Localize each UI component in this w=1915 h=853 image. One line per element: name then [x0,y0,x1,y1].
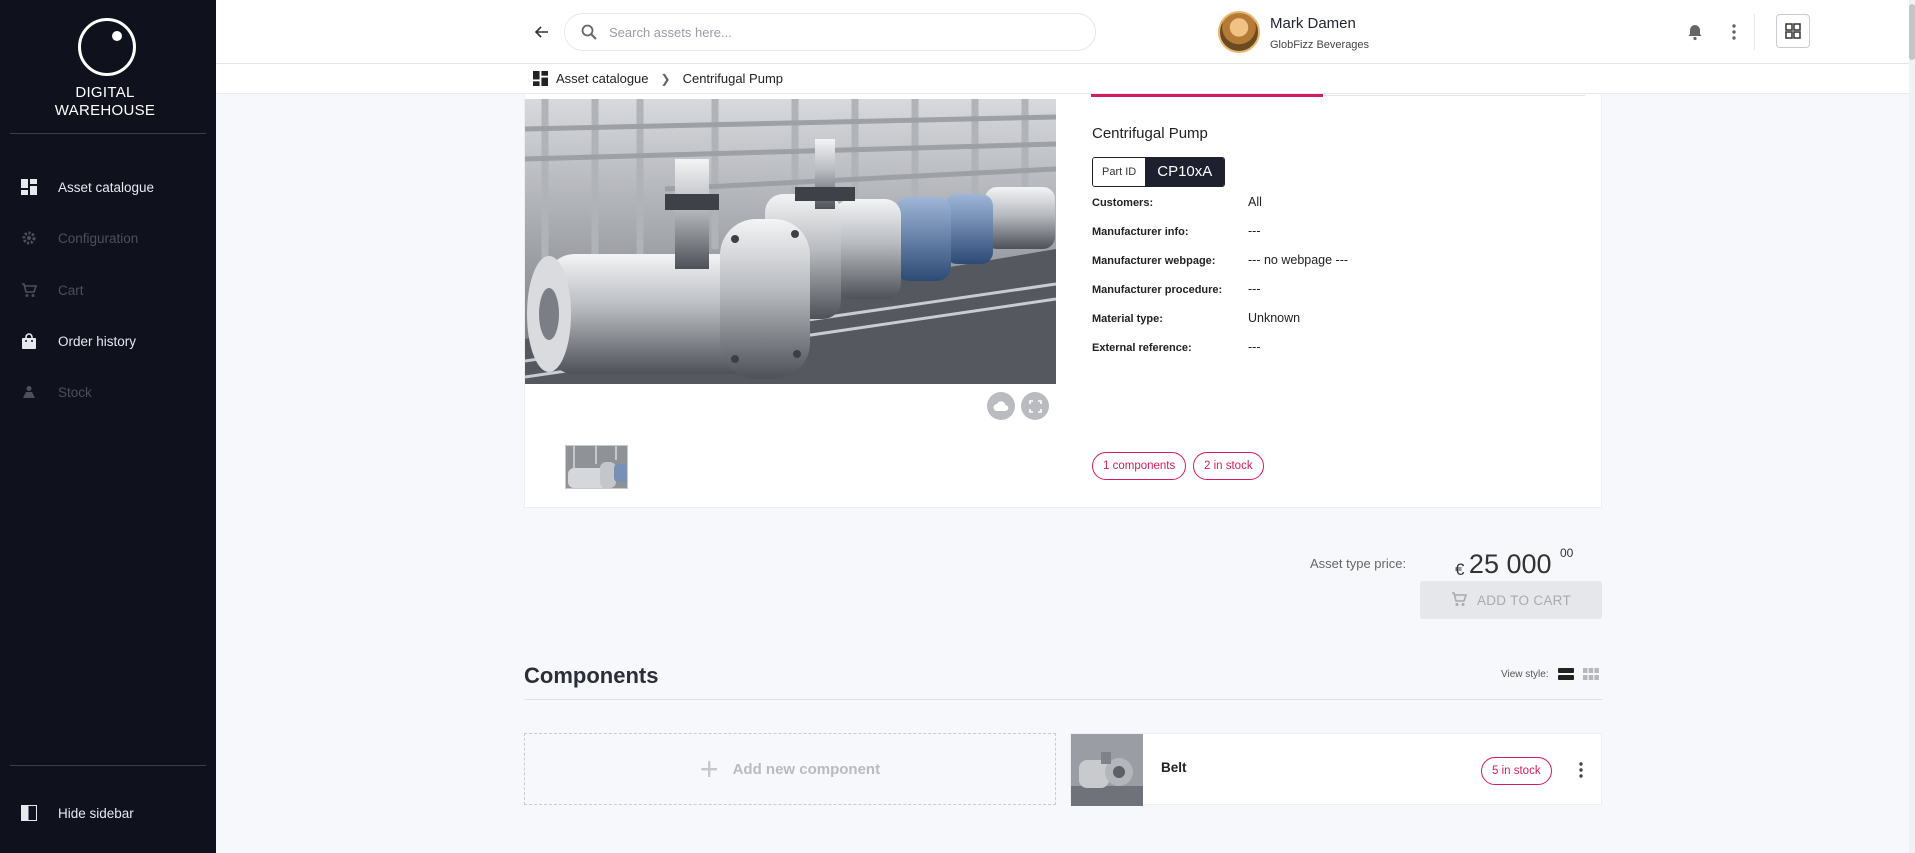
image-thumbnail[interactable] [565,445,628,489]
apps-grid-button[interactable] [1776,14,1810,48]
sidebar-divider [10,765,206,766]
property-key: External reference: [1092,342,1192,354]
part-id-badge: Part ID CP10xA [1092,157,1226,187]
user-name: Mark Damen [1270,15,1356,32]
component-card[interactable]: Belt 5 in stock [1070,733,1602,806]
property-value: --- [1248,340,1261,354]
sidebar-item-label: Asset catalogue [58,179,155,195]
stock-count-chip[interactable]: 2 in stock [1193,452,1264,480]
property-key: Material type: [1092,313,1163,325]
sidebar-item-label: Configuration [58,230,139,246]
add-component-label: Add new component [732,760,881,778]
stock-icon [20,383,38,401]
price-integer: 25 000 [1468,549,1552,579]
logo-icon [78,18,136,76]
component-stock-chip[interactable]: 5 in stock [1481,757,1552,785]
top-bar: Mark Damen GlobFizz Beverages [216,0,1915,64]
sidebar-divider [10,133,206,134]
breadcrumb: Asset catalogue ❯ Centrifugal Pump [533,71,783,86]
search-input[interactable] [609,24,1069,40]
grid-view-icon[interactable] [1583,667,1599,680]
shopping-bag-icon [20,332,38,350]
part-id-label: Part ID [1093,158,1146,186]
more-vert-icon[interactable] [1571,760,1591,780]
gear-icon [20,229,38,247]
sidebar-item-label: Stock [58,384,92,400]
components-divider [524,699,1602,700]
price-currency: € [1455,560,1465,579]
sidebar-item-asset-catalogue[interactable]: Asset catalogue [0,169,210,205]
hide-sidebar-button[interactable]: Hide sidebar [0,795,210,831]
search-icon [581,24,597,40]
cart-icon [20,281,38,299]
component-name: Belt [1161,760,1187,775]
app-logo-text: DIGITAL WAREHOUSE [0,84,210,120]
components-count-chip[interactable]: 1 components [1092,452,1187,480]
sidebar-item-label: Cart [58,282,84,298]
dashboard-icon [20,178,38,196]
more-vert-icon[interactable] [1724,22,1744,42]
component-image [1071,734,1143,806]
asset-price: € 25 000 00 [1455,546,1573,580]
price-decimal: 00 [1559,546,1574,560]
view-style-label: View style: [1501,669,1549,680]
asset-title: Centrifugal Pump [1092,125,1208,142]
property-key: Manufacturer webpage: [1092,255,1216,267]
bell-icon[interactable] [1685,22,1705,42]
price-label: Asset type price: [1310,556,1407,571]
search-bar [564,13,1096,51]
chevron-right-icon: ❯ [660,71,671,86]
property-value: Unknown [1248,311,1301,325]
fullscreen-icon[interactable] [1021,392,1049,420]
components-heading: Components [524,663,659,688]
logo-line-1: DIGITAL [75,84,135,101]
sidebar-item-cart[interactable]: Cart [0,272,210,308]
cloud-download-icon[interactable] [987,392,1015,420]
property-key: Customers: [1092,197,1154,209]
sidebar-item-label: Order history [58,333,137,349]
property-value: --- [1248,282,1261,296]
breadcrumb-current: Centrifugal Pump [682,71,784,86]
breadcrumb-bar: Asset catalogue ❯ Centrifugal Pump [216,64,1915,94]
add-to-cart-label: ADD TO CART [1476,592,1572,608]
add-to-cart-button[interactable]: ADD TO CART [1420,581,1602,619]
sidebar-item-stock[interactable]: Stock [0,374,210,410]
part-id-value: CP10xA [1145,158,1225,186]
list-view-icon[interactable] [1558,667,1574,680]
avatar[interactable] [1218,11,1260,53]
logo-line-2: WAREHOUSE [54,102,156,119]
sidebar: DIGITAL WAREHOUSE Asset catalogue Config… [0,0,216,853]
property-key: Manufacturer info: [1092,226,1189,238]
grid-icon [1785,23,1801,39]
sidebar-item-configuration[interactable]: Configuration [0,220,210,256]
dashboard-icon [533,71,548,86]
sidebar-item-order-history[interactable]: Order history [0,323,210,359]
asset-detail-card: Centrifugal Pump Part ID CP10xA Customer… [524,94,1602,508]
user-organization: GlobFizz Beverages [1270,39,1370,51]
cart-icon [1451,591,1468,610]
page-scrollbar[interactable] [1909,0,1915,853]
property-value: All [1248,195,1262,209]
property-key: Manufacturer procedure: [1092,284,1223,296]
asset-photo[interactable] [525,99,1056,384]
add-component-button[interactable]: + Add new component [524,733,1056,805]
sidebar-toggle-icon [20,804,38,822]
back-arrow-icon[interactable] [531,21,553,43]
active-tab-indicator [1091,94,1323,97]
property-value: --- no webpage --- [1248,253,1349,267]
header-divider [1754,14,1755,50]
hide-sidebar-label: Hide sidebar [58,805,134,821]
breadcrumb-root-link[interactable]: Asset catalogue [556,71,649,86]
property-value: --- [1248,224,1261,238]
tab-divider [1323,95,1585,96]
plus-icon: + [699,751,719,787]
